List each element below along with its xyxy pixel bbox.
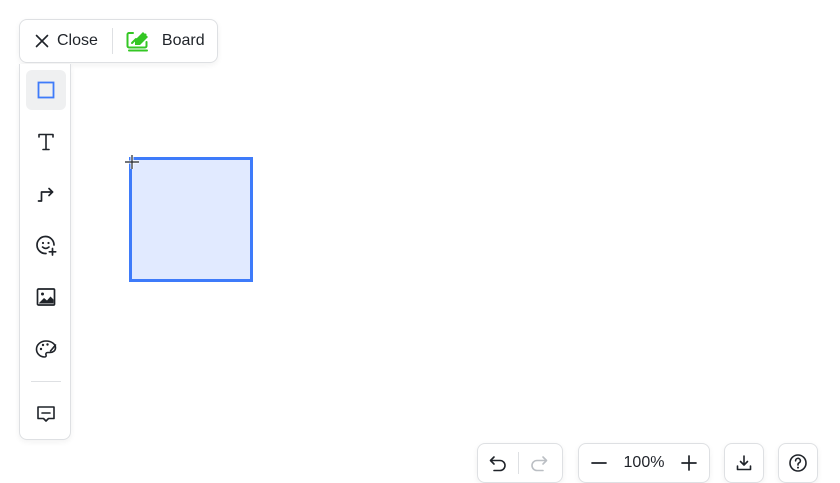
redo-button[interactable] xyxy=(519,443,559,483)
crosshair-cursor-icon xyxy=(125,155,139,169)
rectangle-shape[interactable] xyxy=(129,157,253,282)
connector-arrow-icon xyxy=(37,187,54,202)
rectangle-tool[interactable] xyxy=(26,70,66,110)
toolbar-divider xyxy=(31,381,61,382)
download-button[interactable] xyxy=(725,443,763,483)
board-label: Board xyxy=(161,32,205,49)
image-icon xyxy=(36,288,56,306)
redo-icon xyxy=(531,456,548,472)
text-icon xyxy=(38,133,54,151)
undo-icon xyxy=(489,456,506,472)
history-controls xyxy=(477,443,563,483)
close-button[interactable]: Close xyxy=(20,20,112,62)
connector-tool[interactable] xyxy=(26,174,66,214)
sticker-tool[interactable] xyxy=(26,225,66,265)
palette-icon xyxy=(35,340,57,358)
zoom-level[interactable]: 100% xyxy=(618,454,669,472)
zoom-controls: 100% xyxy=(578,443,710,483)
style-tool[interactable] xyxy=(26,329,66,369)
undo-button[interactable] xyxy=(478,443,518,483)
image-tool[interactable] xyxy=(26,277,66,317)
top-bar: Close Board xyxy=(19,19,218,63)
zoom-in-button[interactable] xyxy=(670,443,709,483)
plus-icon xyxy=(681,455,698,471)
comment-icon xyxy=(37,406,55,422)
download-control xyxy=(724,443,764,483)
comment-tool[interactable] xyxy=(26,394,66,434)
download-icon xyxy=(736,455,752,471)
zoom-out-button[interactable] xyxy=(579,443,618,483)
text-tool[interactable] xyxy=(26,122,66,162)
help-icon xyxy=(789,454,807,472)
minus-icon xyxy=(590,462,607,464)
help-button[interactable] xyxy=(779,443,817,483)
board-button[interactable]: Board xyxy=(113,20,205,62)
left-toolbar xyxy=(19,64,71,440)
close-icon xyxy=(35,34,49,48)
help-control xyxy=(778,443,818,483)
board-icon xyxy=(126,32,148,52)
close-label: Close xyxy=(57,32,98,49)
emoji-add-icon xyxy=(36,235,57,256)
square-icon xyxy=(37,81,55,99)
